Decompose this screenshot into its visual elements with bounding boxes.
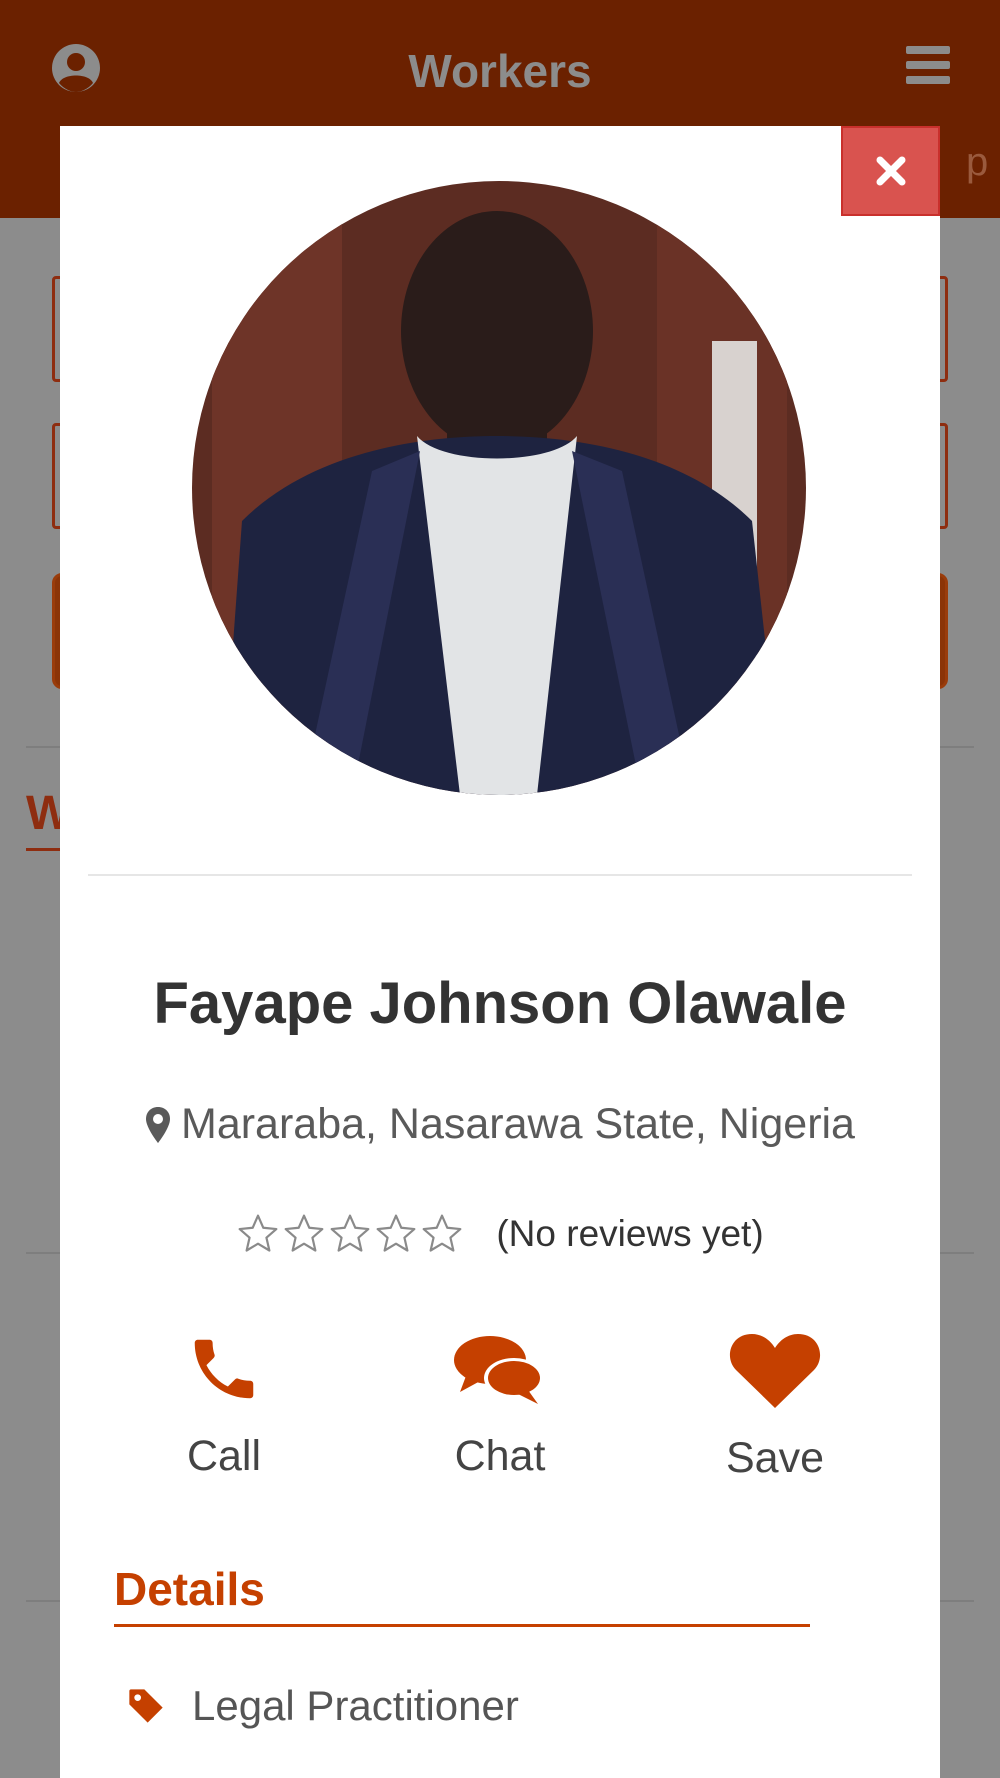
page-title: Workers bbox=[408, 45, 592, 97]
call-label: Call bbox=[186, 1432, 262, 1480]
details-heading: Details bbox=[114, 1563, 265, 1615]
profession-text: Legal Practitioner bbox=[192, 1682, 519, 1729]
tag-icon bbox=[129, 1689, 163, 1723]
rating-row: (No reviews yet) bbox=[60, 1212, 940, 1256]
star-rating bbox=[236, 1212, 464, 1256]
profile-photo bbox=[192, 181, 806, 795]
star-outline-icon bbox=[422, 1214, 462, 1252]
star-outline-icon bbox=[376, 1214, 416, 1252]
map-marker-icon bbox=[146, 1106, 170, 1143]
worker-location: Mararaba, Nasarawa State, Nigeria bbox=[60, 1100, 940, 1149]
close-button[interactable] bbox=[841, 126, 940, 216]
header-peek-text: p bbox=[966, 140, 989, 184]
hamburger-menu-icon[interactable] bbox=[906, 46, 950, 84]
close-icon bbox=[876, 156, 905, 186]
star-outline-icon bbox=[238, 1214, 278, 1252]
call-button[interactable]: Call bbox=[124, 1330, 324, 1481]
location-text: Mararaba, Nasarawa State, Nigeria bbox=[181, 1100, 855, 1148]
chat-icon bbox=[454, 1336, 544, 1404]
modal-divider bbox=[88, 874, 912, 876]
heart-icon bbox=[729, 1334, 821, 1408]
star-outline-icon bbox=[284, 1214, 324, 1252]
save-label: Save bbox=[725, 1434, 824, 1482]
save-button[interactable]: Save bbox=[675, 1330, 875, 1483]
detail-item: Legal Practitioner bbox=[126, 1682, 519, 1730]
worker-name: Fayape Johnson Olawale bbox=[153, 971, 847, 1036]
star-outline-icon bbox=[330, 1214, 370, 1252]
chat-label: Chat bbox=[454, 1432, 546, 1480]
details-underline bbox=[114, 1624, 810, 1627]
reviews-text: (No reviews yet) bbox=[496, 1213, 764, 1254]
chat-button[interactable]: Chat bbox=[400, 1330, 600, 1481]
phone-icon bbox=[194, 1339, 254, 1399]
